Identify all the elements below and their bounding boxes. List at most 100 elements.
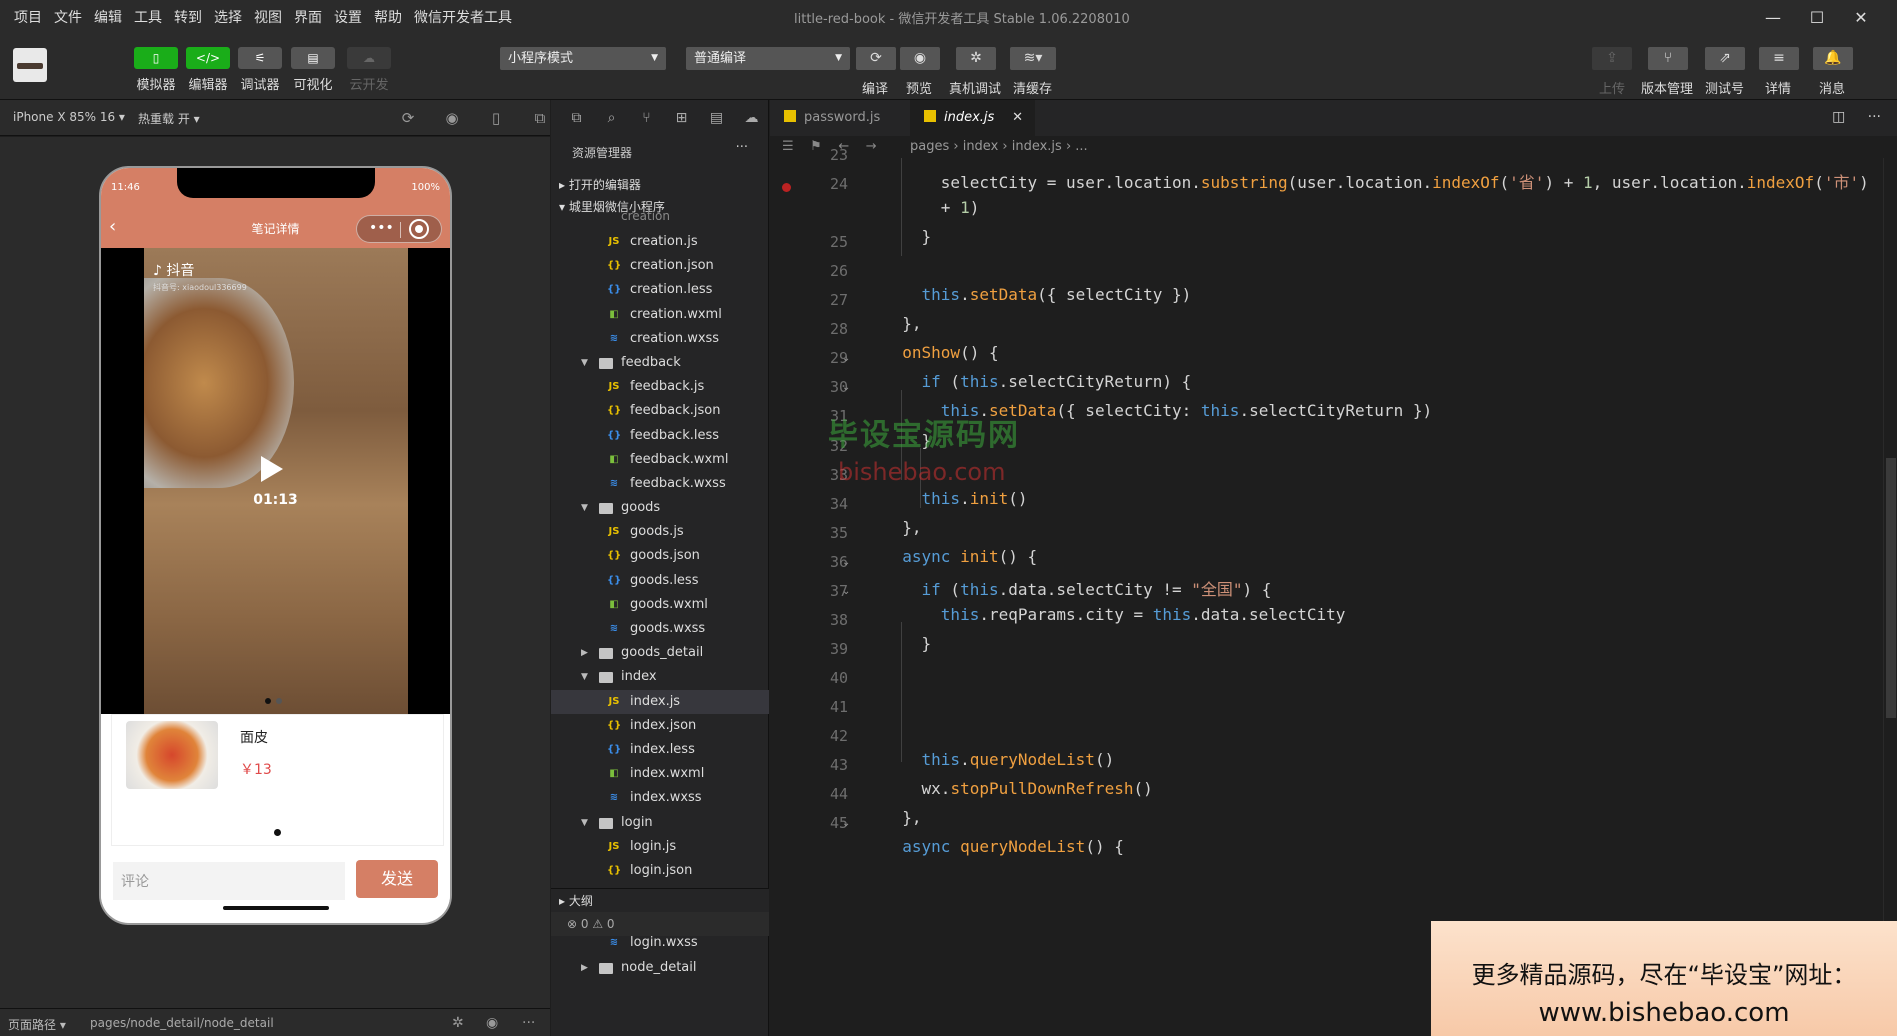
device-icon[interactable]: ▯ — [474, 109, 518, 127]
code-line[interactable]: onShow() { — [883, 343, 998, 362]
code-line[interactable]: this.init() — [883, 489, 1028, 508]
play-icon[interactable] — [261, 456, 283, 482]
file-feedback-js[interactable]: JS feedback.js — [551, 375, 769, 399]
maximize-icon[interactable]: ☐ — [1795, 8, 1839, 27]
code-line[interactable]: wx.stopPullDownRefresh() — [883, 779, 1153, 798]
swiper-dot[interactable] — [276, 698, 282, 704]
file-creation-json[interactable]: {} creation.json — [551, 254, 769, 278]
menu-item[interactable]: 工具 — [134, 7, 162, 27]
file-goods-wxml[interactable]: ◧ goods.wxml — [551, 593, 769, 617]
code-content[interactable]: if (user && user.location) { selectCity … — [770, 158, 1897, 1036]
problems-status[interactable]: ⊗ 0 ⚠ 0 — [551, 912, 769, 936]
menu-item[interactable]: 界面 — [294, 7, 322, 27]
minimize-icon[interactable]: — — [1751, 8, 1795, 27]
close-icon[interactable]: ✕ — [1839, 8, 1883, 27]
open-editors-section[interactable]: ▸ 打开的编辑器 — [551, 174, 769, 196]
messages-button[interactable]: 🔔 — [1813, 47, 1853, 70]
code-line[interactable]: async queryNodeList() { — [883, 837, 1124, 856]
reload-icon[interactable]: ⟳ — [386, 109, 430, 127]
clear-cache-button[interactable]: ≋▾ — [1010, 47, 1056, 70]
folder-index[interactable]: ▼ index — [551, 665, 769, 689]
hot-reload-toggle[interactable]: 热重载 开 ▾ — [138, 110, 200, 127]
outline-section[interactable]: ▸ 大纲 — [551, 888, 769, 912]
file-index-js[interactable]: JS index.js — [551, 689, 769, 714]
file-creation-wxss[interactable]: ≋ creation.wxss — [551, 327, 769, 351]
version-button[interactable]: ⑂ — [1648, 47, 1688, 70]
file-goods-wxss[interactable]: ≋ goods.wxss — [551, 617, 769, 641]
file-creation-js[interactable]: JS creation.js — [551, 230, 769, 254]
cloud-icon[interactable]: ☁ — [734, 110, 769, 126]
code-line[interactable]: }, — [883, 518, 921, 537]
folder-feedback[interactable]: ▼ feedback — [551, 351, 769, 375]
folder-login[interactable]: ▼ login — [551, 811, 769, 835]
code-line[interactable]: if (this.data.selectCity != "全国") { — [883, 576, 1272, 600]
debugger-button[interactable]: ⚟ 调试器 — [236, 47, 284, 93]
file-login-js[interactable]: JS login.js — [551, 835, 769, 859]
swiper-dot[interactable] — [265, 698, 271, 704]
files-icon[interactable]: ⧉ — [559, 110, 594, 126]
close-miniprogram-icon[interactable] — [409, 219, 429, 239]
editor-scrollbar[interactable] — [1883, 158, 1897, 1036]
menu-item[interactable]: 文件 — [54, 7, 82, 27]
simulator-button[interactable]: ▯ 模拟器 — [132, 47, 180, 93]
menu-item[interactable]: 微信开发者工具 — [414, 7, 512, 27]
file-goods-json[interactable]: {} goods.json — [551, 544, 769, 568]
extensions-icon[interactable]: ⊞ — [664, 110, 699, 126]
folder-goods-detail[interactable]: ▶ goods_detail — [551, 641, 769, 665]
menu-item[interactable]: 转到 — [174, 7, 202, 27]
folder-goods[interactable]: ▼ goods — [551, 496, 769, 520]
more-icon[interactable]: ••• — [369, 220, 394, 236]
bug-icon[interactable]: ✲ — [452, 1015, 464, 1031]
menu-item[interactable]: 项目 — [14, 7, 42, 27]
file-index-less[interactable]: {} index.less — [551, 738, 769, 762]
code-line[interactable]: selectCity = user.location.substring(use… — [883, 169, 1869, 193]
code-line[interactable]: if (user && user.location) { — [883, 158, 1192, 159]
eye-icon[interactable]: ◉ — [486, 1015, 498, 1031]
compile-button[interactable]: ⟳ — [856, 47, 896, 70]
file-index-wxss[interactable]: ≋ index.wxss — [551, 786, 769, 810]
visual-button[interactable]: ▤ 可视化 — [289, 47, 337, 93]
menu-item[interactable]: 帮助 — [374, 7, 402, 27]
file-feedback-wxml[interactable]: ◧ feedback.wxml — [551, 448, 769, 472]
comment-input[interactable]: 评论 — [113, 862, 345, 900]
code-line[interactable]: if (this.selectCityReturn) { — [883, 372, 1192, 391]
more-icon[interactable]: ··· — [736, 140, 748, 155]
split-editor-icon[interactable]: ◫ — [1832, 109, 1845, 125]
compile-select[interactable]: 普通编译 ▼ — [686, 47, 850, 70]
preview-button[interactable]: ◉ — [900, 47, 940, 70]
file-feedback-json[interactable]: {} feedback.json — [551, 399, 769, 423]
send-button[interactable]: 发送 — [356, 860, 438, 898]
code-line[interactable]: this.setData({ selectCity }) — [883, 285, 1192, 304]
test-account-button[interactable]: ⇗ — [1705, 47, 1745, 70]
storage-icon[interactable]: ▤ — [699, 110, 734, 126]
page-path-select[interactable]: 页面路径 ▾ — [8, 1016, 66, 1033]
code-line[interactable]: this.queryNodeList() — [883, 750, 1115, 769]
file-index-json[interactable]: {} index.json — [551, 714, 769, 738]
upload-button[interactable]: ⇪ — [1592, 47, 1632, 70]
code-line[interactable]: + 1) — [883, 198, 980, 217]
code-line[interactable]: this.reqParams.city = this.data.selectCi… — [883, 605, 1346, 624]
project-avatar[interactable] — [13, 48, 47, 82]
code-line[interactable]: async init() { — [883, 547, 1037, 566]
device-select[interactable]: iPhone X 85% 16 ▾ — [13, 110, 125, 124]
breadcrumb-path[interactable]: pages › index › index.js › ... — [910, 136, 1088, 158]
more-icon[interactable]: ··· — [522, 1015, 535, 1031]
code-line[interactable]: }, — [883, 314, 921, 333]
cloud-dev-button[interactable]: ☁ 云开发 — [345, 47, 393, 93]
details-button[interactable]: ≡ — [1759, 47, 1799, 70]
file-index-wxml[interactable]: ◧ index.wxml — [551, 762, 769, 786]
more-icon[interactable]: ··· — [1868, 109, 1881, 125]
stop-icon[interactable]: ◉ — [430, 109, 474, 127]
code-line[interactable]: } — [883, 634, 932, 653]
search-icon[interactable]: ⌕ — [594, 110, 629, 126]
file-feedback-less[interactable]: {} feedback.less — [551, 424, 769, 448]
editor-button[interactable]: </> 编辑器 — [184, 47, 232, 93]
close-tab-icon[interactable]: ✕ — [1012, 100, 1023, 136]
menu-item[interactable]: 设置 — [334, 7, 362, 27]
code-line[interactable]: } — [883, 227, 932, 246]
menu-item[interactable]: 视图 — [254, 7, 282, 27]
file-creation-less[interactable]: {} creation.less — [551, 278, 769, 302]
video-player[interactable]: ♪ 抖音 抖音号: xiaodoul336699 01:13 — [101, 248, 450, 714]
scrollbar-thumb[interactable] — [1886, 458, 1896, 718]
file-feedback-wxss[interactable]: ≋ feedback.wxss — [551, 472, 769, 496]
